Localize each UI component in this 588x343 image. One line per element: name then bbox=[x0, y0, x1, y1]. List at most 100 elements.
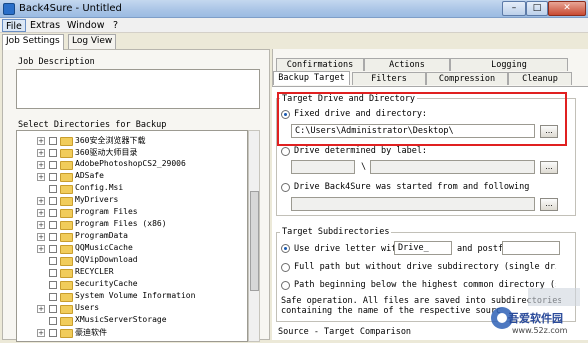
expand-icon[interactable]: + bbox=[37, 305, 45, 313]
checkbox[interactable] bbox=[49, 329, 57, 337]
expand-icon[interactable]: + bbox=[37, 233, 45, 241]
checkbox[interactable] bbox=[49, 305, 57, 313]
tree-item[interactable]: + 豪迪软件 bbox=[17, 327, 235, 339]
menu-extras[interactable]: Extras bbox=[27, 19, 63, 32]
drive-started-from-label: Drive Back4Sure was started from and fol… bbox=[294, 182, 530, 192]
tab-job-settings[interactable]: Job Settings bbox=[2, 34, 64, 50]
folder-icon bbox=[60, 137, 73, 146]
full-path-radio[interactable] bbox=[281, 263, 290, 272]
drive-label-browse-button[interactable]: ... bbox=[540, 161, 558, 174]
backslash-separator: \ bbox=[361, 162, 367, 172]
folder-icon bbox=[60, 305, 73, 314]
checkbox[interactable] bbox=[49, 221, 57, 229]
use-drive-letter-label: Use drive letter with bbox=[294, 244, 402, 254]
menu-window[interactable]: Window bbox=[64, 19, 107, 32]
checkbox[interactable] bbox=[49, 149, 57, 157]
app-icon bbox=[3, 3, 15, 15]
tree-item[interactable]: + QQMusicCache bbox=[17, 243, 235, 255]
drive-prefix-input[interactable]: Drive_ bbox=[394, 241, 452, 255]
drive-started-from-browse-button[interactable]: ... bbox=[540, 198, 558, 211]
checkbox[interactable] bbox=[49, 197, 57, 205]
and-postf-label: and postf bbox=[457, 244, 504, 254]
tab-backup-target[interactable]: Backup Target bbox=[273, 71, 350, 85]
tree-item[interactable]: + AdobePhotoshopCS2_29006 bbox=[17, 159, 235, 171]
checkbox[interactable] bbox=[49, 317, 57, 325]
expand-icon[interactable]: + bbox=[37, 221, 45, 229]
checkbox[interactable] bbox=[49, 257, 57, 265]
folder-icon bbox=[60, 185, 73, 194]
safe-operation-note-line2: containing the name of the respective so… bbox=[281, 306, 501, 316]
folder-icon bbox=[60, 233, 73, 242]
minimize-button[interactable]: – bbox=[502, 1, 526, 16]
drive-started-from-input[interactable] bbox=[291, 197, 535, 211]
tab-log-view[interactable]: Log View bbox=[68, 34, 117, 49]
tree-scrollbar[interactable] bbox=[248, 130, 260, 342]
checkbox[interactable] bbox=[49, 245, 57, 253]
folder-icon bbox=[60, 257, 73, 266]
job-description-input[interactable] bbox=[16, 69, 260, 109]
expand-icon[interactable]: + bbox=[37, 209, 45, 217]
close-button[interactable]: ✕ bbox=[548, 1, 586, 16]
scrollbar-thumb[interactable] bbox=[250, 191, 259, 291]
drive-by-label-radio[interactable] bbox=[281, 147, 290, 156]
tab-cleanup[interactable]: Cleanup bbox=[508, 72, 572, 85]
checkbox[interactable] bbox=[49, 281, 57, 289]
expand-icon[interactable]: + bbox=[37, 173, 45, 181]
tree-item[interactable]: + Program Files (x86) bbox=[17, 219, 235, 231]
drive-postfix-input[interactable] bbox=[502, 241, 560, 255]
highlight-box bbox=[277, 92, 567, 146]
expand-icon[interactable]: + bbox=[37, 197, 45, 205]
tree-item[interactable]: QQVipDownload bbox=[17, 255, 235, 267]
folder-icon bbox=[60, 221, 73, 230]
checkbox[interactable] bbox=[49, 293, 57, 301]
tree-item[interactable]: RECYCLER bbox=[17, 267, 235, 279]
directory-tree[interactable]: +360安全浏览器下载 +360驱动大师目录 + AdobePhotoshopCS… bbox=[16, 130, 248, 342]
window-title: Back4Sure - Untitled bbox=[19, 3, 122, 14]
checkbox[interactable] bbox=[49, 269, 57, 277]
drive-started-from-radio[interactable] bbox=[281, 183, 290, 192]
checkbox[interactable] bbox=[49, 185, 57, 193]
checkbox[interactable] bbox=[49, 161, 57, 169]
tree-item[interactable]: + MyDrivers bbox=[17, 195, 235, 207]
tree-item[interactable]: + Users bbox=[17, 303, 235, 315]
tree-item[interactable]: +360驱动大师目录 bbox=[17, 147, 235, 159]
checkbox[interactable] bbox=[49, 173, 57, 181]
tree-item[interactable]: Config.Msi bbox=[17, 183, 235, 195]
tree-item[interactable]: XMusicServerStorage bbox=[17, 315, 235, 327]
use-drive-letter-radio[interactable] bbox=[281, 244, 290, 253]
checkbox[interactable] bbox=[49, 233, 57, 241]
tree-item[interactable]: + ProgramData bbox=[17, 231, 235, 243]
menu-file[interactable]: File bbox=[2, 19, 26, 32]
tree-item[interactable]: SecurityCache bbox=[17, 279, 235, 291]
expand-icon[interactable]: + bbox=[37, 245, 45, 253]
drive-label-path-input[interactable] bbox=[370, 160, 535, 174]
tab-actions[interactable]: Actions bbox=[364, 58, 450, 71]
tree-item[interactable]: +360安全浏览器下载 bbox=[17, 135, 235, 147]
checkbox[interactable] bbox=[49, 209, 57, 217]
tree-item[interactable]: + ADSafe bbox=[17, 171, 235, 183]
tab-compression[interactable]: Compression bbox=[426, 72, 508, 85]
drive-by-label-label: Drive determined by label: bbox=[294, 146, 428, 156]
tree-item[interactable]: System Volume Information bbox=[17, 291, 235, 303]
checkbox[interactable] bbox=[49, 137, 57, 145]
folder-icon bbox=[60, 281, 73, 290]
maximize-button[interactable]: □ bbox=[526, 1, 548, 16]
expand-icon[interactable]: + bbox=[37, 149, 45, 157]
target-subdirs-group-title: Target Subdirectories bbox=[280, 227, 392, 237]
tab-confirmations[interactable]: Confirmations bbox=[276, 58, 364, 71]
full-path-label: Full path but without drive subdirectory… bbox=[294, 262, 556, 272]
tree-item[interactable]: + Program Files bbox=[17, 207, 235, 219]
path-beginning-radio[interactable] bbox=[281, 281, 290, 290]
drive-label-input[interactable] bbox=[291, 160, 355, 174]
menu-help[interactable]: ? bbox=[110, 19, 121, 32]
site-watermark: 吾爱软件园 www.52z.com bbox=[488, 282, 588, 340]
expand-icon[interactable]: + bbox=[37, 137, 45, 145]
folder-icon bbox=[60, 293, 73, 302]
expand-icon[interactable]: + bbox=[37, 329, 45, 337]
tab-filters[interactable]: Filters bbox=[352, 72, 426, 85]
menu-bar: File Extras Window ? bbox=[0, 18, 588, 33]
expand-icon[interactable]: + bbox=[37, 161, 45, 169]
tab-logging[interactable]: Logging bbox=[450, 58, 568, 71]
folder-icon bbox=[60, 149, 73, 158]
job-description-label: Job Description bbox=[18, 57, 95, 67]
